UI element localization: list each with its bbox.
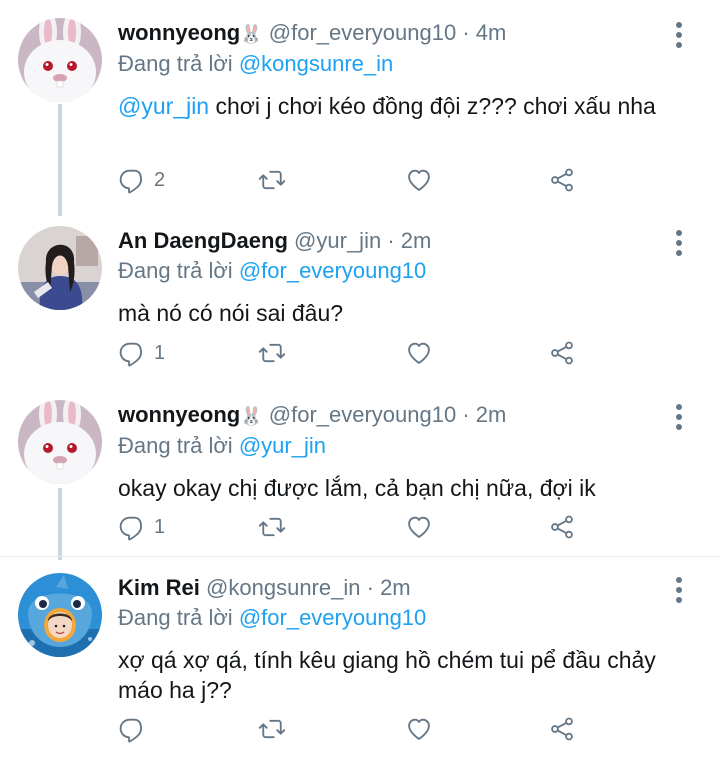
like-button[interactable]: [405, 339, 433, 367]
reply-context: Đang trả lời @for_everyoung10: [118, 256, 680, 286]
reply-context: Đang trả lời @for_everyoung10: [118, 603, 680, 633]
like-icon: [405, 166, 433, 194]
user-handle[interactable]: @kongsunre_in: [206, 575, 360, 600]
display-name[interactable]: An DaengDaeng: [118, 228, 288, 253]
timestamp[interactable]: 4m: [476, 20, 507, 45]
reply-thread: wonnyeong🐰 @for_everyoung10 · 4m Đang tr…: [0, 0, 720, 757]
reply-button[interactable]: 2: [118, 166, 165, 194]
share-icon: [548, 715, 576, 743]
display-name[interactable]: wonnyeong: [118, 402, 240, 427]
reply-to-link[interactable]: @for_everyoung10: [239, 258, 426, 283]
retweet-button[interactable]: [258, 339, 286, 367]
reply-button[interactable]: 1: [118, 513, 165, 541]
separator: ·: [462, 402, 470, 427]
share-button[interactable]: [548, 513, 576, 541]
tweet-text: okay okay chị được lắm, cả bạn chị nữa, …: [118, 475, 596, 501]
avatar[interactable]: [18, 400, 102, 484]
rabbit-emoji: 🐰: [240, 406, 263, 426]
reply-icon: [118, 513, 146, 541]
more-icon[interactable]: [674, 230, 684, 260]
tweet-text: mà nó có nói sai đâu?: [118, 300, 344, 326]
tweet-text-content: chơi j chơi kéo đồng đội z??? chơi xấu n…: [209, 93, 656, 119]
reply-count: 1: [154, 341, 166, 364]
retweet-button[interactable]: [258, 715, 286, 743]
reply-icon: [118, 166, 146, 194]
white-rabbit-avatar: [18, 18, 102, 102]
retweet-button[interactable]: [258, 166, 286, 194]
retweet-button[interactable]: [258, 513, 286, 541]
tweet-header: Kim Rei @kongsunre_in · 2m: [118, 573, 680, 603]
separator: ·: [462, 20, 470, 45]
separator: ·: [387, 228, 395, 253]
user-handle[interactable]: @yur_jin: [294, 228, 381, 253]
separator: ·: [366, 575, 374, 600]
reply-button[interactable]: [118, 715, 154, 743]
tweet[interactable]: Kim Rei @kongsunre_in · 2m Đang trả lời …: [0, 555, 720, 757]
like-button[interactable]: [405, 513, 433, 541]
reply-count: 1: [154, 515, 166, 538]
reply-context: Đang trả lời @yur_jin: [118, 431, 680, 461]
like-button[interactable]: [405, 166, 433, 194]
like-icon: [405, 715, 433, 743]
reply-icon: [118, 339, 146, 367]
share-button[interactable]: [548, 715, 576, 743]
avatar[interactable]: [18, 18, 102, 102]
share-button[interactable]: [548, 339, 576, 367]
baby-shark-avatar: [18, 573, 102, 657]
divider: [0, 556, 720, 557]
user-handle[interactable]: @for_everyoung10: [269, 20, 456, 45]
share-icon: [548, 513, 576, 541]
display-name[interactable]: wonnyeong: [118, 20, 240, 45]
display-name[interactable]: Kim Rei: [118, 575, 200, 600]
avatar[interactable]: [18, 573, 102, 657]
like-icon: [405, 513, 433, 541]
reply-context: Đang trả lời @kongsunre_in: [118, 49, 680, 79]
reply-icon: [118, 715, 146, 743]
reply-count: 2: [154, 168, 166, 191]
reply-button[interactable]: 1: [118, 339, 165, 367]
timestamp[interactable]: 2m: [476, 402, 507, 427]
tweet-text: xợ qá xợ qá, tính kêu giang hồ chém tui …: [118, 647, 656, 703]
reply-to-link[interactable]: @yur_jin: [239, 433, 326, 458]
more-icon[interactable]: [674, 404, 684, 434]
reply-to-link[interactable]: @for_everyoung10: [239, 605, 426, 630]
more-icon[interactable]: [674, 22, 684, 52]
retweet-icon: [258, 166, 286, 194]
like-button[interactable]: [405, 715, 433, 743]
user-handle[interactable]: @for_everyoung10: [269, 402, 456, 427]
reply-prefix: Đang trả lời: [118, 258, 233, 283]
tweet[interactable]: wonnyeong🐰 @for_everyoung10 · 2m Đang tr…: [0, 382, 720, 558]
tweet-header: An DaengDaeng @yur_jin · 2m: [118, 226, 680, 256]
like-icon: [405, 339, 433, 367]
retweet-icon: [258, 339, 286, 367]
tweet-header: wonnyeong🐰 @for_everyoung10 · 4m: [118, 18, 680, 49]
reply-prefix: Đang trả lời: [118, 51, 233, 76]
reply-prefix: Đang trả lời: [118, 605, 233, 630]
tweet-text: @yur_jin chơi j chơi kéo đồng đội z??? c…: [118, 91, 680, 121]
white-rabbit-avatar: [18, 400, 102, 484]
tweet[interactable]: wonnyeong🐰 @for_everyoung10 · 4m Đang tr…: [0, 0, 720, 208]
retweet-icon: [258, 513, 286, 541]
tweet-header: wonnyeong🐰 @for_everyoung10 · 2m: [118, 400, 680, 431]
avatar[interactable]: [18, 226, 102, 310]
mention-link[interactable]: @yur_jin: [118, 93, 209, 119]
share-button[interactable]: [548, 166, 576, 194]
timestamp[interactable]: 2m: [380, 575, 411, 600]
reply-prefix: Đang trả lời: [118, 433, 233, 458]
reply-to-link[interactable]: @kongsunre_in: [239, 51, 393, 76]
girl-photo-avatar: [18, 226, 102, 310]
rabbit-emoji: 🐰: [240, 24, 263, 44]
tweet[interactable]: An DaengDaeng @yur_jin · 2m Đang trả lời…: [0, 208, 720, 384]
timestamp[interactable]: 2m: [401, 228, 432, 253]
more-icon[interactable]: [674, 577, 684, 607]
share-icon: [548, 166, 576, 194]
retweet-icon: [258, 715, 286, 743]
share-icon: [548, 339, 576, 367]
